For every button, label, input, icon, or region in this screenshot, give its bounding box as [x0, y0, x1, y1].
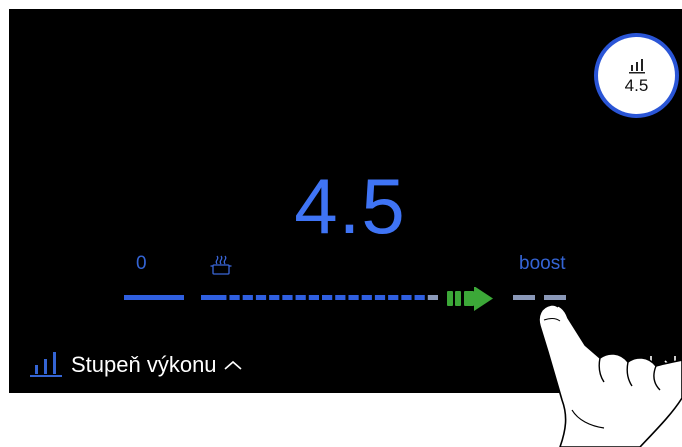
hand-pointer-icon: [538, 304, 682, 447]
